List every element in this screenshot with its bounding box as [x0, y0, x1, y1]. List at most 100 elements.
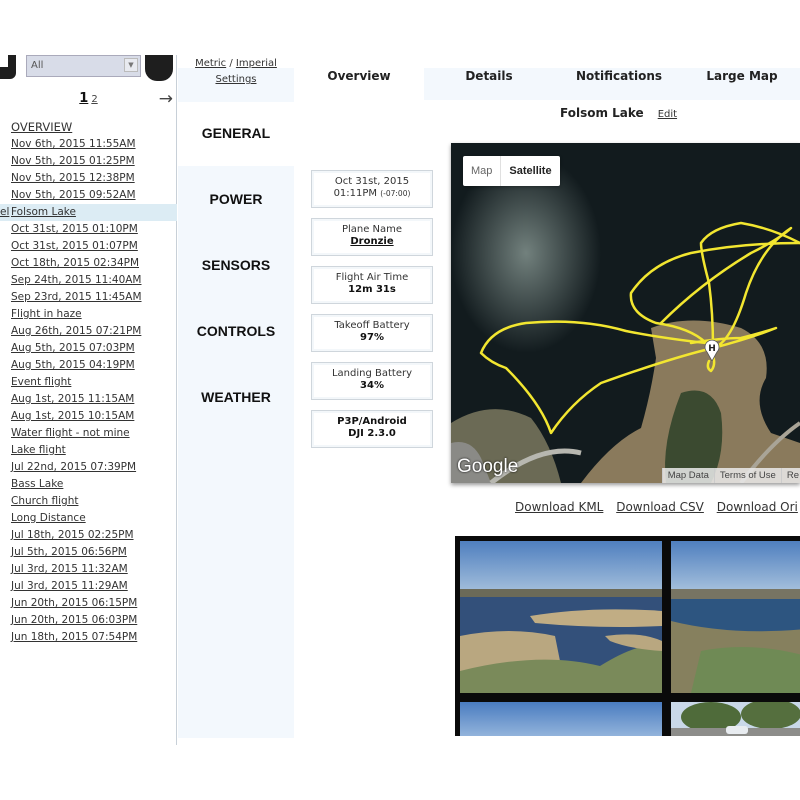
- flight-link[interactable]: Water flight - not mine: [11, 427, 130, 439]
- flight-link[interactable]: Long Distance: [11, 512, 86, 524]
- flight-map[interactable]: H Map Satellite Google Map Data Terms of…: [451, 143, 800, 483]
- flight-link[interactable]: Jul 22nd, 2015 07:39PM: [11, 461, 136, 473]
- flight-list-item[interactable]: Jul 3rd, 2015 11:32AM: [0, 561, 177, 578]
- flight-list-item[interactable]: Long Distance: [0, 510, 177, 527]
- plane-name-link[interactable]: Dronzie: [312, 236, 432, 248]
- flight-time: 01:11PM: [333, 188, 378, 199]
- flight-link[interactable]: Flight in haze: [11, 308, 82, 320]
- overview-item[interactable]: OVERVIEW: [0, 119, 177, 136]
- flight-list-item[interactable]: Sep 23rd, 2015 11:45AM: [0, 289, 177, 306]
- page-2-link[interactable]: 2: [91, 94, 97, 105]
- map-type-satellite-button[interactable]: Satellite: [501, 156, 559, 186]
- flight-list-item[interactable]: Oct 18th, 2015 02:34PM: [0, 255, 177, 272]
- flight-link[interactable]: OVERVIEW: [11, 120, 72, 134]
- flight-list-item[interactable]: Jul 5th, 2015 06:56PM: [0, 544, 177, 561]
- flight-link[interactable]: Sep 24th, 2015 11:40AM: [11, 274, 142, 286]
- page-1-link[interactable]: 1: [79, 91, 88, 106]
- aircraft-filter-select[interactable]: All ▼: [26, 55, 141, 77]
- flight-list-item[interactable]: Jul 3rd, 2015 11:29AM: [0, 578, 177, 595]
- metric-link[interactable]: Metric: [195, 58, 226, 69]
- flight-link[interactable]: Oct 31st, 2015 01:07PM: [11, 240, 138, 252]
- flight-link[interactable]: Church flight: [11, 495, 78, 507]
- report-link[interactable]: Re: [780, 468, 800, 483]
- flight-list-item[interactable]: Jun 18th, 2015 07:54PM: [0, 629, 177, 646]
- download-kml-link[interactable]: Download KML: [515, 500, 603, 514]
- flight-list-item[interactable]: Jul 22nd, 2015 07:39PM: [0, 459, 177, 476]
- flight-list-item[interactable]: Church flight: [0, 493, 177, 510]
- flight-list-item[interactable]: Oct 31st, 2015 01:10PM: [0, 221, 177, 238]
- flight-link[interactable]: Oct 31st, 2015 01:10PM: [11, 223, 138, 235]
- settings-link[interactable]: Settings: [178, 74, 294, 85]
- flight-list-item[interactable]: Aug 1st, 2015 11:15AM: [0, 391, 177, 408]
- flight-link[interactable]: Jul 5th, 2015 06:56PM: [11, 546, 127, 558]
- flight-list-item[interactable]: Nov 5th, 2015 12:38PM: [0, 170, 177, 187]
- flight-link[interactable]: Nov 5th, 2015 01:25PM: [11, 155, 135, 167]
- home-marker-icon[interactable]: H: [704, 339, 720, 361]
- flight-list-item[interactable]: Aug 5th, 2015 07:03PM: [0, 340, 177, 357]
- tab-notifications[interactable]: Notifications: [554, 68, 684, 100]
- units-separator: /: [226, 58, 236, 69]
- section-sensors[interactable]: SENSORS: [178, 257, 294, 273]
- flight-list-item[interactable]: Nov 5th, 2015 01:25PM: [0, 153, 177, 170]
- flight-link[interactable]: Jun 20th, 2015 06:03PM: [11, 614, 137, 626]
- photo-thumbnail[interactable]: [460, 702, 662, 736]
- flight-link[interactable]: Aug 1st, 2015 11:15AM: [11, 393, 134, 405]
- flight-link[interactable]: Lake flight: [11, 444, 66, 456]
- flight-list-item[interactable]: Event flight: [0, 374, 177, 391]
- section-general[interactable]: GENERAL: [178, 125, 294, 141]
- section-controls[interactable]: CONTROLS: [178, 323, 294, 339]
- photo-thumbnail[interactable]: [460, 541, 662, 693]
- flight-list-item[interactable]: Flight in haze: [0, 306, 177, 323]
- flight-link[interactable]: Jul 3rd, 2015 11:29AM: [11, 580, 128, 592]
- flight-list-item[interactable]: Nov 6th, 2015 11:55AM: [0, 136, 177, 153]
- flight-list-item[interactable]: Aug 5th, 2015 04:19PM: [0, 357, 177, 374]
- tab-overview[interactable]: Overview: [294, 68, 424, 100]
- flight-link[interactable]: Jul 18th, 2015 02:25PM: [11, 529, 134, 541]
- flight-link[interactable]: Nov 5th, 2015 09:52AM: [11, 189, 136, 201]
- flight-list-item[interactable]: Jul 18th, 2015 02:25PM: [0, 527, 177, 544]
- flight-link[interactable]: Aug 5th, 2015 04:19PM: [11, 359, 135, 371]
- flight-list-item[interactable]: Jun 20th, 2015 06:15PM: [0, 595, 177, 612]
- edit-title-link[interactable]: Edit: [658, 109, 677, 120]
- flight-link[interactable]: Jun 18th, 2015 07:54PM: [11, 631, 137, 643]
- flight-link[interactable]: Event flight: [11, 376, 71, 388]
- flight-link[interactable]: Nov 5th, 2015 12:38PM: [11, 172, 135, 184]
- tab-details[interactable]: Details: [424, 68, 554, 100]
- next-flight-button[interactable]: [145, 55, 173, 81]
- flight-link[interactable]: Aug 26th, 2015 07:21PM: [11, 325, 141, 337]
- flight-link[interactable]: Jul 3rd, 2015 11:32AM: [11, 563, 128, 575]
- photo-thumbnail[interactable]: [671, 702, 800, 736]
- photo-thumbnail[interactable]: [671, 541, 800, 693]
- map-data-link[interactable]: Map Data: [661, 468, 714, 483]
- flight-list-item[interactable]: Water flight - not mine: [0, 425, 177, 442]
- flight-list-item[interactable]: Lake flight: [0, 442, 177, 459]
- flight-list-item[interactable]: el Folsom Lake: [0, 204, 177, 221]
- flight-list-item[interactable]: Aug 1st, 2015 10:15AM: [0, 408, 177, 425]
- flight-link[interactable]: Jun 20th, 2015 06:15PM: [11, 597, 137, 609]
- prev-flight-button[interactable]: [0, 55, 16, 79]
- section-power[interactable]: POWER: [178, 191, 294, 207]
- download-original-link[interactable]: Download Ori: [717, 500, 798, 514]
- flight-list-item[interactable]: Sep 24th, 2015 11:40AM: [0, 272, 177, 289]
- terms-of-use-link[interactable]: Terms of Use: [713, 468, 781, 483]
- flight-list-item[interactable]: Aug 26th, 2015 07:21PM: [0, 323, 177, 340]
- download-csv-link[interactable]: Download CSV: [616, 500, 704, 514]
- flight-link[interactable]: Aug 5th, 2015 07:03PM: [11, 342, 135, 354]
- map-type-map-button[interactable]: Map: [463, 156, 502, 186]
- flight-link[interactable]: Nov 6th, 2015 11:55AM: [11, 138, 136, 150]
- arrow-right-icon[interactable]: →: [159, 89, 173, 109]
- flight-link[interactable]: Folsom Lake: [11, 206, 76, 218]
- flight-list-item[interactable]: Oct 31st, 2015 01:07PM: [0, 238, 177, 255]
- flight-list-item[interactable]: Nov 5th, 2015 09:52AM: [0, 187, 177, 204]
- imperial-link[interactable]: Imperial: [236, 58, 277, 69]
- flight-link[interactable]: Aug 1st, 2015 10:15AM: [11, 410, 134, 422]
- plane-name-label: Plane Name: [341, 224, 403, 235]
- flight-date-card: Oct 31st, 2015 01:11PM (-07:00): [311, 170, 433, 208]
- flight-link[interactable]: Oct 18th, 2015 02:34PM: [11, 257, 139, 269]
- flight-link[interactable]: Sep 23rd, 2015 11:45AM: [11, 291, 142, 303]
- flight-list-item[interactable]: Jun 20th, 2015 06:03PM: [0, 612, 177, 629]
- flight-list-item[interactable]: Bass Lake: [0, 476, 177, 493]
- flight-link[interactable]: Bass Lake: [11, 478, 63, 490]
- tab-large-map[interactable]: Large Map: [684, 68, 800, 100]
- section-weather[interactable]: WEATHER: [178, 389, 294, 405]
